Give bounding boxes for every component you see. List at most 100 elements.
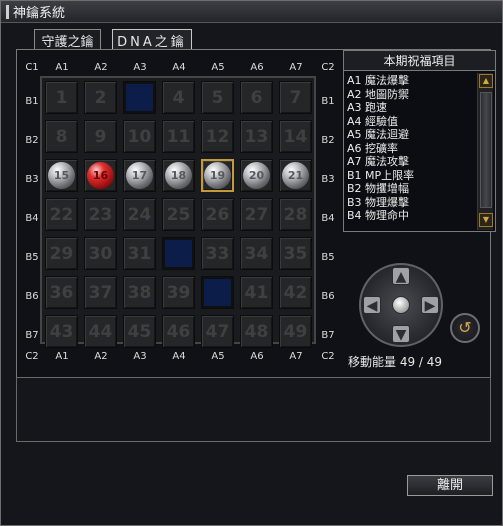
silver-orb-icon: 17 <box>126 162 153 189</box>
board-cell-occupied[interactable] <box>162 237 195 270</box>
blessing-item: A4 經驗值 <box>347 114 399 128</box>
board-cell[interactable]: 5 <box>201 81 234 114</box>
board-cell[interactable]: 30 <box>84 237 117 270</box>
board-cell[interactable]: 13 <box>240 120 273 153</box>
leave-button[interactable]: 離開 <box>407 475 493 496</box>
board-cell[interactable]: 49 <box>279 315 312 348</box>
blessing-header: 本期祝福項目 <box>344 51 495 71</box>
board-cell[interactable]: 45 <box>123 315 156 348</box>
corner-label-c1: C1 <box>25 62 39 73</box>
tab-dna-key[interactable]: DNA之鑰 <box>112 29 192 50</box>
board-cell[interactable]: 7 <box>279 81 312 114</box>
board-cell[interactable]: 11 <box>162 120 195 153</box>
board-cell-orb[interactable]: 21 <box>279 159 312 192</box>
board-cell[interactable]: 47 <box>201 315 234 348</box>
divider <box>16 377 491 378</box>
divider <box>16 441 491 442</box>
board-cell[interactable]: 34 <box>240 237 273 270</box>
blessing-item: A3 跑速 <box>347 101 388 114</box>
divider <box>16 377 17 441</box>
scroll-thumb[interactable] <box>480 92 492 208</box>
column-label: A4 <box>172 62 186 73</box>
row-label: B2 <box>321 135 335 146</box>
board-cell[interactable]: 38 <box>123 276 156 309</box>
row-label: B1 <box>321 96 335 107</box>
board-cell[interactable]: 12 <box>201 120 234 153</box>
board-cell[interactable]: 8 <box>45 120 78 153</box>
tab-guardian-key[interactable]: 守護之鑰 <box>34 29 101 50</box>
board-cell[interactable]: 33 <box>201 237 234 270</box>
board-cell[interactable]: 35 <box>279 237 312 270</box>
silver-orb-icon: 20 <box>243 162 270 189</box>
board-cell[interactable]: 9 <box>84 120 117 153</box>
column-label: A1 <box>55 62 69 73</box>
board-cell-orb[interactable]: 19 <box>201 159 234 192</box>
board-cell[interactable]: 10 <box>123 120 156 153</box>
board-cell[interactable]: 6 <box>240 81 273 114</box>
center-icon[interactable] <box>392 296 410 314</box>
blessing-list: A1 魔法爆擊 A2 地圖防禦 A3 跑速 A4 經驗值 A5 魔法迴避 A6 挖礦率 A7… <box>347 74 475 223</box>
board-cell-red-orb[interactable]: 16 <box>84 159 117 192</box>
board-cell[interactable]: 22 <box>45 198 78 231</box>
board-cell[interactable]: 23 <box>84 198 117 231</box>
board-cell-occupied[interactable] <box>201 276 234 309</box>
board-cell[interactable]: 26 <box>201 198 234 231</box>
column-label: A5 <box>211 351 225 362</box>
move-left-icon[interactable]: ◀ <box>363 296 381 314</box>
board-cell[interactable]: 41 <box>240 276 273 309</box>
board-cell[interactable]: 14 <box>279 120 312 153</box>
blessing-item: B3 物理爆擊 <box>347 195 410 209</box>
scroll-down-icon[interactable]: ▼ <box>479 213 493 227</box>
board-cell-occupied[interactable] <box>123 81 156 114</box>
board-cell[interactable]: 24 <box>123 198 156 231</box>
board-cell[interactable]: 37 <box>84 276 117 309</box>
board-cell[interactable]: 36 <box>45 276 78 309</box>
row-label: B7 <box>25 330 39 341</box>
board-cell[interactable]: 2 <box>84 81 117 114</box>
column-label: A3 <box>133 62 147 73</box>
undo-icon[interactable]: ↺ <box>450 313 480 343</box>
blessing-item: A6 挖礦率 <box>347 141 399 155</box>
move-up-icon[interactable]: ▲ <box>392 267 410 285</box>
board-cell-orb[interactable]: 18 <box>162 159 195 192</box>
board-cell[interactable]: 4 <box>162 81 195 114</box>
blessing-item: B2 物攫增幅 <box>347 182 410 195</box>
direction-pad: ▲ ▼ ◀ ▶ <box>359 263 443 347</box>
column-label: A5 <box>211 62 225 73</box>
window-icon <box>6 4 9 19</box>
title-bar[interactable]: 神鑰系統 <box>1 1 502 23</box>
column-label: A1 <box>55 351 69 362</box>
board-cell-orb[interactable]: 20 <box>240 159 273 192</box>
board-cell[interactable]: 39 <box>162 276 195 309</box>
blessing-scrollbar[interactable]: ▲ ▼ <box>477 73 493 230</box>
board-cell[interactable]: 48 <box>240 315 273 348</box>
corner-label-c2: C2 <box>321 351 335 362</box>
row-label: B3 <box>321 174 335 185</box>
board-cell[interactable]: 31 <box>123 237 156 270</box>
board-cell[interactable]: 28 <box>279 198 312 231</box>
board-cell[interactable]: 42 <box>279 276 312 309</box>
board-cell-orb[interactable]: 15 <box>45 159 78 192</box>
dna-key-window: 神鑰系統 守護之鑰 DNA之鑰 C1 C2 C2 C2 A1 A1 A2 A2 A3 A3… <box>0 0 503 526</box>
window-title: 神鑰系統 <box>13 6 66 21</box>
board-cell-orb[interactable]: 17 <box>123 159 156 192</box>
move-right-icon[interactable]: ▶ <box>421 296 439 314</box>
board-cell[interactable]: 29 <box>45 237 78 270</box>
board-cell[interactable]: 27 <box>240 198 273 231</box>
board-cell[interactable]: 43 <box>45 315 78 348</box>
row-label: B7 <box>321 330 335 341</box>
board-cell[interactable]: 46 <box>162 315 195 348</box>
row-label: B1 <box>25 96 39 107</box>
scroll-up-icon[interactable]: ▲ <box>479 74 493 88</box>
row-label: B6 <box>25 291 39 302</box>
corner-label-c2: C2 <box>321 62 335 73</box>
board-cell[interactable]: 44 <box>84 315 117 348</box>
move-down-icon[interactable]: ▼ <box>392 325 410 343</box>
dna-board: 1 2 4 5 6 7 8 9 10 11 12 13 14 15 16 17 18 19 20 21 22 23 24 25… <box>40 76 316 348</box>
column-label: A7 <box>289 351 303 362</box>
red-orb-icon: 16 <box>87 162 114 189</box>
row-label: B4 <box>321 213 335 224</box>
board-cell[interactable]: 25 <box>162 198 195 231</box>
column-label: A2 <box>94 62 108 73</box>
board-cell[interactable]: 1 <box>45 81 78 114</box>
